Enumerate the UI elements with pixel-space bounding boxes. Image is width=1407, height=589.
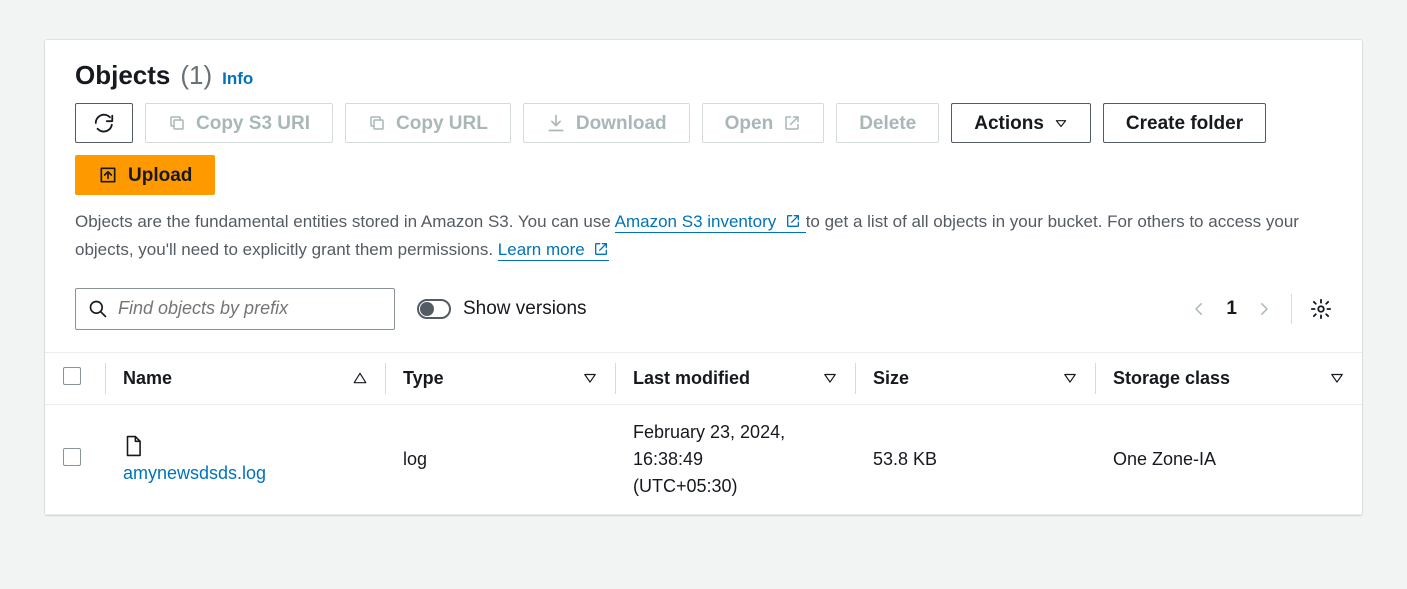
show-versions-toggle-wrap: Show versions bbox=[417, 298, 587, 320]
table-row[interactable]: amynewsdsds.log log February 23, 2024, 1… bbox=[45, 404, 1362, 514]
column-storage-class[interactable]: Storage class bbox=[1095, 352, 1362, 404]
objects-table: Name Type bbox=[45, 352, 1362, 515]
delete-button[interactable]: Delete bbox=[836, 103, 939, 143]
upload-button[interactable]: Upload bbox=[75, 155, 215, 195]
column-size[interactable]: Size bbox=[855, 352, 1095, 404]
download-label: Download bbox=[576, 114, 667, 133]
page-number: 1 bbox=[1226, 298, 1237, 320]
learn-more-link[interactable]: Learn more bbox=[498, 240, 610, 261]
download-icon bbox=[546, 113, 566, 133]
column-type[interactable]: Type bbox=[385, 352, 615, 404]
copy-icon bbox=[168, 114, 186, 132]
sort-icon bbox=[1330, 368, 1344, 389]
toolbar: Copy S3 URI Copy URL Download Open bbox=[75, 103, 1332, 195]
pagination: 1 bbox=[1190, 294, 1332, 324]
copy-icon bbox=[368, 114, 386, 132]
search-box[interactable] bbox=[75, 288, 395, 330]
refresh-icon bbox=[93, 112, 115, 134]
cell-type: log bbox=[385, 404, 615, 514]
actions-button[interactable]: Actions bbox=[951, 103, 1091, 143]
filter-row: Show versions 1 bbox=[75, 288, 1332, 330]
column-last-modified[interactable]: Last modified bbox=[615, 352, 855, 404]
cell-size: 53.8 KB bbox=[855, 404, 1095, 514]
sort-icon bbox=[823, 368, 837, 389]
copy-s3-uri-label: Copy S3 URI bbox=[196, 114, 310, 133]
sort-icon bbox=[1063, 368, 1077, 389]
row-checkbox[interactable] bbox=[63, 448, 81, 466]
external-link-icon bbox=[783, 114, 801, 132]
search-input[interactable] bbox=[116, 297, 382, 320]
cell-storage-class: One Zone-IA bbox=[1095, 404, 1362, 514]
panel-description: Objects are the fundamental entities sto… bbox=[75, 209, 1315, 266]
copy-s3-uri-button[interactable]: Copy S3 URI bbox=[145, 103, 333, 143]
actions-label: Actions bbox=[974, 114, 1044, 133]
sort-asc-icon bbox=[353, 368, 367, 389]
refresh-button[interactable] bbox=[75, 103, 133, 143]
inventory-link[interactable]: Amazon S3 inventory bbox=[615, 212, 806, 233]
open-label: Open bbox=[725, 114, 774, 133]
divider bbox=[1291, 294, 1292, 324]
show-versions-toggle[interactable] bbox=[417, 299, 451, 319]
object-name-link[interactable]: amynewsdsds.log bbox=[123, 463, 266, 484]
external-link-icon bbox=[593, 242, 609, 261]
create-folder-label: Create folder bbox=[1126, 114, 1243, 133]
prev-page-button[interactable] bbox=[1190, 300, 1208, 318]
object-count: (1) bbox=[180, 60, 212, 91]
upload-icon bbox=[98, 165, 118, 185]
settings-button[interactable] bbox=[1310, 298, 1332, 320]
desc-part1: Objects are the fundamental entities sto… bbox=[75, 212, 615, 231]
create-folder-button[interactable]: Create folder bbox=[1103, 103, 1266, 143]
panel-header: Objects (1) Info bbox=[75, 60, 1332, 91]
search-icon bbox=[88, 299, 108, 319]
external-link-icon bbox=[785, 214, 806, 233]
copy-url-label: Copy URL bbox=[396, 114, 488, 133]
column-name[interactable]: Name bbox=[105, 352, 385, 404]
caret-down-icon bbox=[1054, 116, 1068, 130]
info-link[interactable]: Info bbox=[222, 69, 253, 89]
next-page-button[interactable] bbox=[1255, 300, 1273, 318]
open-button[interactable]: Open bbox=[702, 103, 825, 143]
cell-last-modified: February 23, 2024, 16:38:49 (UTC+05:30) bbox=[615, 404, 855, 514]
delete-label: Delete bbox=[859, 114, 916, 133]
sort-icon bbox=[583, 368, 597, 389]
show-versions-label: Show versions bbox=[463, 298, 587, 320]
panel-title: Objects bbox=[75, 60, 170, 91]
copy-url-button[interactable]: Copy URL bbox=[345, 103, 511, 143]
objects-panel: Objects (1) Info Copy S3 URI bbox=[45, 40, 1362, 515]
select-all-checkbox[interactable] bbox=[63, 367, 81, 385]
download-button[interactable]: Download bbox=[523, 103, 690, 143]
upload-label: Upload bbox=[128, 166, 192, 185]
file-icon bbox=[123, 435, 143, 457]
select-all-header bbox=[45, 352, 105, 404]
